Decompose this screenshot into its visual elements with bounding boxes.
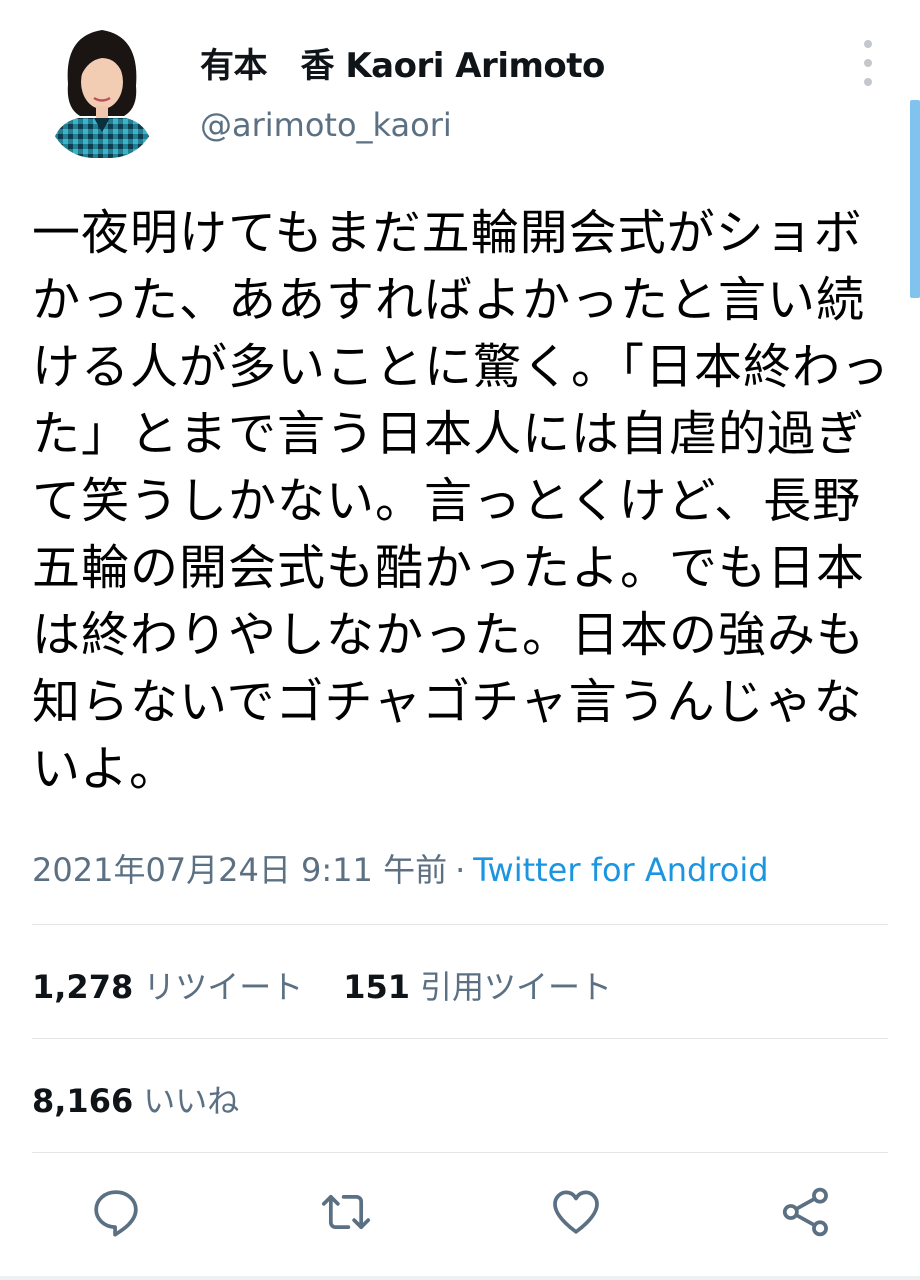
share-icon[interactable]: [778, 1184, 834, 1240]
divider: [32, 924, 888, 925]
bottom-border: [0, 1276, 920, 1280]
tweet-text: 一夜明けてもまだ五輪開会式がショボかった、ああすればよかったと言い続ける人が多い…: [32, 205, 891, 797]
display-name[interactable]: 有本 香 Kaori Arimoto: [200, 38, 605, 87]
like-stats[interactable]: 8,166 いいね: [32, 1076, 239, 1122]
like-label: いいね: [143, 1082, 240, 1120]
scrollbar-thumb[interactable]: [910, 100, 920, 298]
user-handle[interactable]: @arimoto_kaori: [200, 106, 452, 144]
divider: [32, 1152, 888, 1153]
avatar[interactable]: [48, 24, 156, 158]
tweet-meta: 2021年07月24日 9:11 午前 · Twitter for Android: [32, 845, 769, 891]
quotes-link[interactable]: 151 引用ツイート: [343, 968, 612, 1006]
quote-label: 引用ツイート: [420, 968, 613, 1006]
action-bar: [0, 1184, 920, 1246]
retweets-link[interactable]: 1,278 リツイート: [32, 968, 303, 1006]
divider: [32, 1038, 888, 1039]
dot: [864, 59, 872, 67]
quote-count: 151: [343, 968, 411, 1006]
retweet-count: 1,278: [32, 968, 134, 1006]
retweet-icon[interactable]: [318, 1184, 374, 1240]
heart-icon[interactable]: [548, 1184, 604, 1240]
reply-icon[interactable]: [88, 1184, 144, 1240]
meta-separator: ·: [455, 851, 466, 889]
retweet-label: リツイート: [143, 968, 304, 1006]
timestamp[interactable]: 2021年07月24日 9:11 午前: [32, 851, 447, 889]
more-vertical-icon[interactable]: [852, 40, 884, 86]
source-link[interactable]: Twitter for Android: [473, 851, 768, 889]
dot: [864, 40, 872, 48]
retweet-stats: 1,278 リツイート 151 引用ツイート: [32, 962, 612, 1008]
dot: [864, 78, 872, 86]
like-count: 8,166: [32, 1082, 134, 1120]
